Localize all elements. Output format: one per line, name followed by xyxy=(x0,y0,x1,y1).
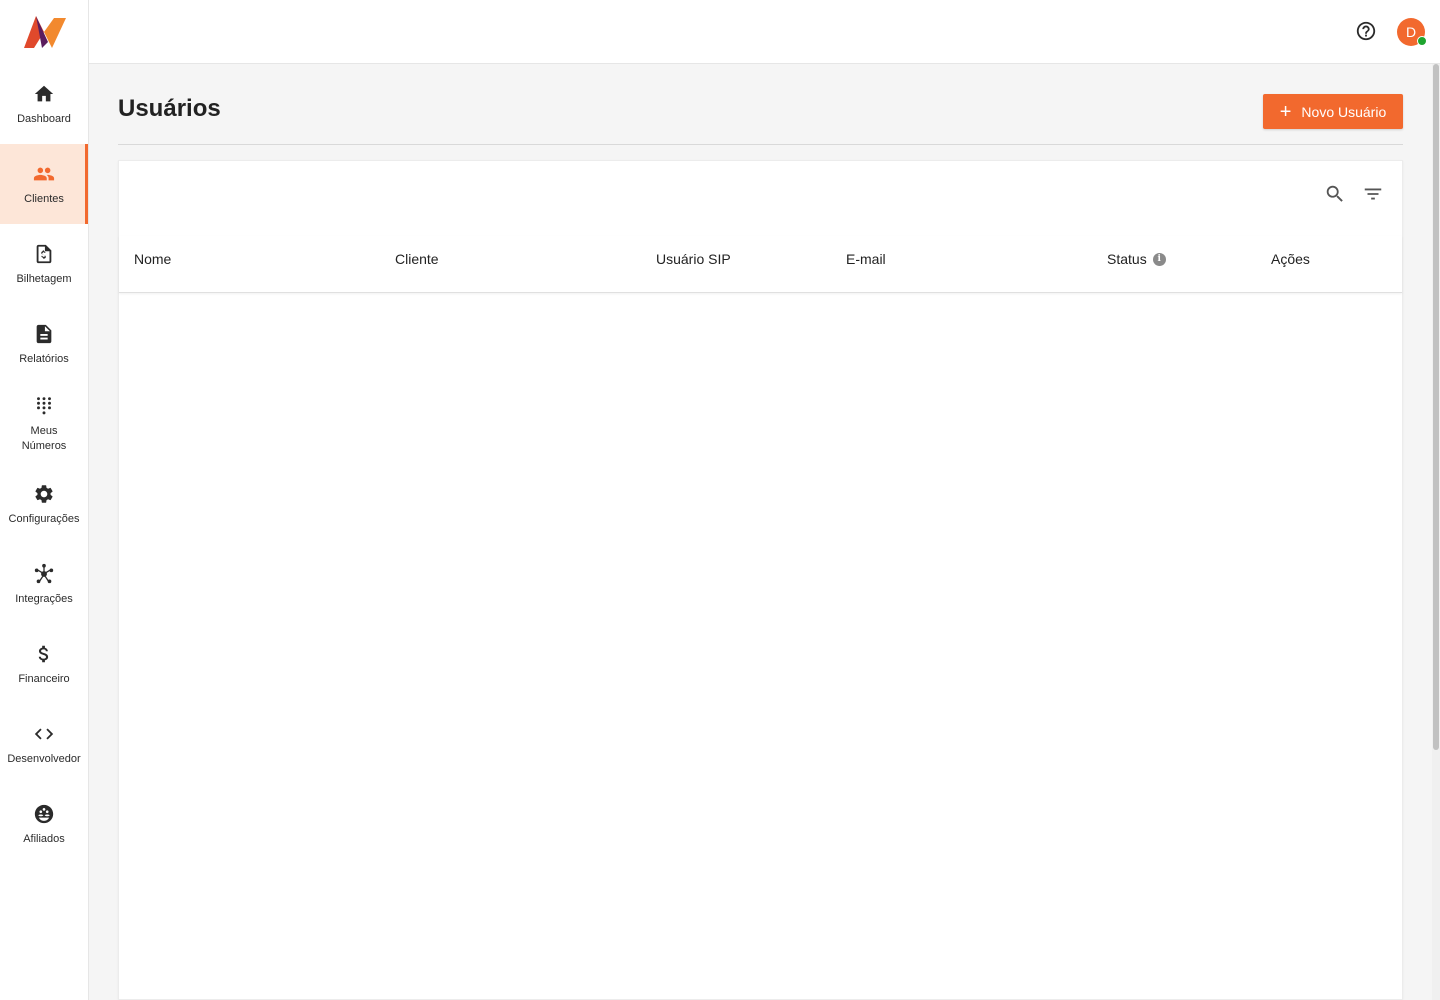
new-user-button-label: Novo Usuário xyxy=(1301,103,1387,120)
avatar[interactable]: D xyxy=(1397,18,1427,46)
sidebar-item-desenvolvedor[interactable]: Desenvolvedor xyxy=(0,704,88,784)
home-icon xyxy=(32,82,56,106)
new-user-button[interactable]: + Novo Usuário xyxy=(1263,94,1403,129)
sidebar-item-relatorios[interactable]: Relatórios xyxy=(0,304,88,384)
column-header-nome[interactable]: Nome xyxy=(134,251,171,267)
sidebar-item-label: Financeiro xyxy=(18,672,70,685)
invoice-icon xyxy=(32,242,56,266)
table-header: Nome Cliente Usuário SIP E-mail Status i … xyxy=(119,236,1402,293)
sidebar-item-meus-numeros[interactable]: Meus Números xyxy=(0,384,88,464)
sidebar-item-label: Desenvolvedor xyxy=(7,752,81,765)
sidebar-item-label: Clientes xyxy=(24,192,64,205)
sidebar-item-dashboard[interactable]: Dashboard xyxy=(0,64,88,144)
sidebar-item-integracoes[interactable]: Integrações xyxy=(0,544,88,624)
scrollbar-thumb[interactable] xyxy=(1433,64,1439,750)
sidebar-item-financeiro[interactable]: Financeiro xyxy=(0,624,88,704)
column-label: Nome xyxy=(134,251,172,267)
document-icon xyxy=(32,322,56,346)
plus-icon: + xyxy=(1279,100,1292,123)
gear-icon xyxy=(32,482,56,506)
sidebar-item-label: Dashboard xyxy=(17,112,71,125)
page-scrollbar[interactable] xyxy=(1432,64,1440,1000)
help-icon[interactable] xyxy=(1355,20,1377,42)
info-icon[interactable]: i xyxy=(1152,252,1166,266)
sidebar-item-label: Configurações xyxy=(8,512,80,525)
search-icon[interactable] xyxy=(1324,183,1346,205)
sidebar-item-afiliados[interactable]: Afiliados xyxy=(0,784,88,864)
column-label: Cliente xyxy=(395,251,439,267)
online-status-dot xyxy=(1417,36,1427,46)
column-header-acoes: Ações xyxy=(1271,251,1310,267)
column-header-cliente[interactable]: Cliente xyxy=(395,251,439,267)
sidebar-item-label: Afiliados xyxy=(23,832,65,845)
topbar: D xyxy=(89,0,1440,64)
sidebar: Dashboard Clientes Bilhetagem Relatórios… xyxy=(0,0,89,1000)
column-label: Usuário SIP xyxy=(656,251,731,267)
hub-icon xyxy=(32,562,56,586)
page-title: Usuários xyxy=(118,95,221,122)
sidebar-item-label: Bilhetagem xyxy=(16,272,72,285)
avatar-initial: D xyxy=(1405,24,1417,40)
column-header-email[interactable]: E-mail xyxy=(846,251,886,267)
sidebar-item-bilhetagem[interactable]: Bilhetagem xyxy=(0,224,88,304)
sidebar-item-clientes[interactable]: Clientes xyxy=(0,144,88,224)
dialpad-icon xyxy=(32,394,56,418)
header-divider xyxy=(118,144,1403,145)
column-header-usuario-sip[interactable]: Usuário SIP xyxy=(656,251,731,267)
sidebar-item-label: Relatórios xyxy=(19,352,69,365)
sidebar-item-configuracoes[interactable]: Configurações xyxy=(0,464,88,544)
dollar-icon xyxy=(32,642,56,666)
filter-icon[interactable] xyxy=(1362,183,1384,205)
sidebar-item-label: Integrações xyxy=(15,592,73,605)
sidebar-item-label: Meus Números xyxy=(21,425,67,452)
column-label: Status xyxy=(1107,251,1147,267)
people-icon xyxy=(32,162,56,186)
sidebar-nav: Dashboard Clientes Bilhetagem Relatórios… xyxy=(0,64,88,864)
column-label: Ações xyxy=(1271,251,1310,267)
users-table-card: Nome Cliente Usuário SIP E-mail Status i … xyxy=(118,160,1403,1000)
brand-logo[interactable] xyxy=(20,14,68,50)
table-body xyxy=(119,294,1402,994)
affiliates-icon xyxy=(32,802,56,826)
code-icon xyxy=(32,722,56,746)
column-header-status[interactable]: Status i xyxy=(1107,251,1166,267)
column-label: E-mail xyxy=(846,251,886,267)
